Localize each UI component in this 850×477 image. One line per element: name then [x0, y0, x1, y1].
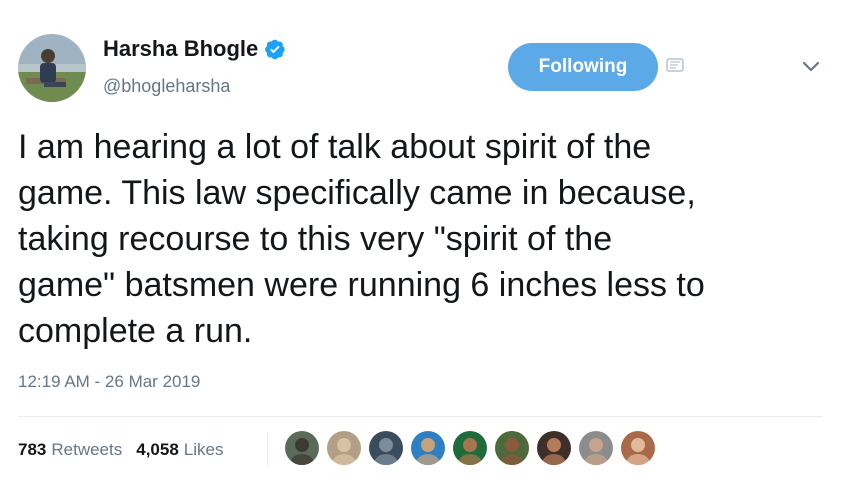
liker-avatar[interactable] — [453, 431, 487, 465]
chevron-down-icon[interactable] — [801, 60, 821, 74]
tweet-text: I am hearing a lot of talk about spirit … — [18, 128, 705, 350]
retweets-label[interactable]: Retweets — [51, 440, 122, 460]
display-name[interactable]: Harsha Bhogle — [103, 36, 258, 62]
liker-avatar[interactable] — [621, 431, 655, 465]
liker-avatar[interactable] — [537, 431, 571, 465]
liker-avatar[interactable] — [579, 431, 613, 465]
liker-photo — [369, 431, 403, 465]
likes-label[interactable]: Likes — [184, 440, 224, 460]
name-row: Harsha Bhogle — [103, 36, 286, 62]
likes-count[interactable]: 4,058 — [136, 440, 179, 460]
liker-photo — [327, 431, 361, 465]
tweet-timestamp[interactable]: 12:19 AM - 26 Mar 2019 — [18, 372, 200, 392]
user-handle[interactable]: @bhogleharsha — [103, 76, 230, 97]
liker-avatar[interactable] — [411, 431, 445, 465]
liker-avatar[interactable] — [285, 431, 319, 465]
liker-photo — [579, 431, 613, 465]
liker-avatar[interactable] — [369, 431, 403, 465]
user-avatar[interactable] — [18, 34, 86, 102]
liker-photo — [621, 431, 655, 465]
liker-photo — [411, 431, 445, 465]
liker-photo — [537, 431, 571, 465]
liker-photo — [453, 431, 487, 465]
stats-separator — [267, 432, 268, 466]
tweet-stats: 783 Retweets 4,058 Likes — [18, 440, 237, 460]
liker-avatar[interactable] — [495, 431, 529, 465]
profile-photo — [18, 34, 86, 102]
message-icon[interactable] — [666, 58, 684, 72]
liker-photo — [285, 431, 319, 465]
retweets-count[interactable]: 783 — [18, 440, 46, 460]
verified-badge-icon — [265, 39, 285, 60]
liker-avatars — [285, 431, 663, 465]
divider — [18, 416, 823, 417]
following-button[interactable]: Following — [508, 43, 658, 91]
liker-avatar[interactable] — [327, 431, 361, 465]
tweet-card: Harsha Bhogle @bhogleharsha Following I … — [0, 0, 850, 477]
liker-photo — [495, 431, 529, 465]
